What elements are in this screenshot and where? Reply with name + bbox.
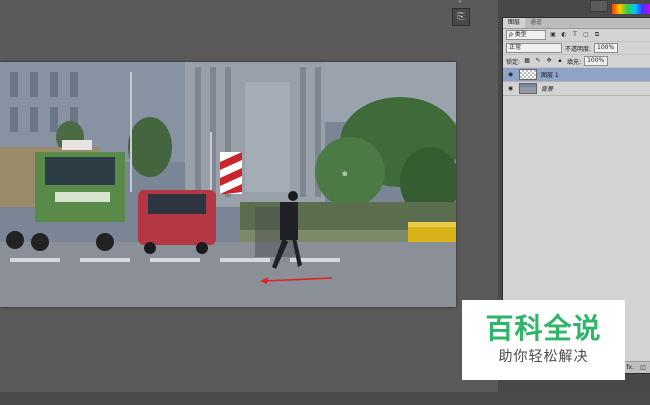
- panel-tabs: 图层 通道: [503, 18, 650, 29]
- eye-icon[interactable]: ◉: [506, 71, 515, 78]
- lock-brush-icon[interactable]: ✎: [534, 57, 542, 65]
- mask-icon[interactable]: ◫: [639, 364, 647, 372]
- history-tool-icon[interactable]: ⎘: [452, 8, 470, 26]
- opacity-label: 不透明度:: [565, 45, 592, 53]
- blend-row: 正常 不透明度: 100%: [503, 42, 650, 55]
- document-workspace[interactable]: » ⎘ ⊕: [0, 0, 498, 405]
- layer-thumbnail: [519, 69, 537, 80]
- watermark-logo: 百科全说 助你轻松解决: [462, 300, 625, 380]
- filter-row: ρ 类型 ▣ ◐ T ▢ ⧉: [503, 29, 650, 42]
- lock-transparent-icon[interactable]: ▦: [523, 57, 531, 65]
- svg-text:⊕: ⊕: [342, 170, 348, 178]
- fx-button[interactable]: fx.: [626, 364, 634, 371]
- filter-adjust-icon[interactable]: ◐: [560, 31, 568, 39]
- filter-smart-icon[interactable]: ⧉: [593, 31, 601, 39]
- lock-move-icon[interactable]: ✥: [545, 57, 553, 65]
- street-photo: ⊕: [0, 62, 456, 307]
- layer-thumbnail: [519, 83, 537, 94]
- color-spectrum[interactable]: [612, 4, 650, 14]
- fill-input[interactable]: 100%: [584, 56, 609, 66]
- panel-toggle-button[interactable]: [590, 0, 608, 12]
- filter-shape-icon[interactable]: ▢: [582, 31, 590, 39]
- filter-type-icon[interactable]: T: [571, 31, 579, 39]
- image-canvas[interactable]: ⊕: [0, 62, 456, 307]
- collapse-arrows-icon[interactable]: »: [452, 0, 468, 5]
- status-bar: [0, 392, 650, 405]
- fill-label: 填充:: [567, 58, 582, 66]
- filter-kind-select[interactable]: ρ 类型: [506, 30, 546, 40]
- tab-channels[interactable]: 通道: [525, 18, 547, 28]
- tab-layers[interactable]: 图层: [503, 18, 526, 28]
- watermark-subtitle: 助你轻松解决: [498, 349, 589, 365]
- lock-row: 锁定: ▦ ✎ ✥ 🔒︎ 填充: 100%: [503, 55, 650, 68]
- watermark-title: 百科全说: [485, 312, 602, 345]
- layer-name: 背景: [541, 86, 554, 93]
- filter-pixel-icon[interactable]: ▣: [549, 31, 557, 39]
- eye-icon[interactable]: ◉: [506, 85, 515, 92]
- lock-label: 锁定:: [506, 58, 521, 66]
- blend-mode-select[interactable]: 正常: [506, 43, 562, 53]
- layer-row-layer1[interactable]: ◉ 图层 1: [503, 68, 650, 82]
- layer-row-background[interactable]: ◉ 背景: [503, 82, 650, 96]
- lock-all-icon[interactable]: 🔒︎: [556, 57, 564, 65]
- layer-name: 图层 1: [541, 72, 559, 79]
- opacity-input[interactable]: 100%: [594, 43, 619, 53]
